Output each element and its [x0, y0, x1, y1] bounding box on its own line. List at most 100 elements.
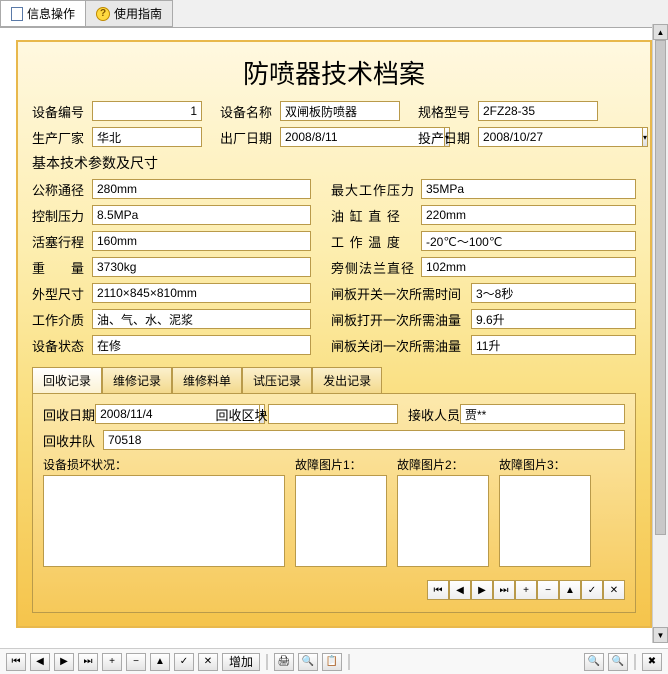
subnav-edit[interactable]: ▲ [559, 580, 581, 600]
bnav-edit[interactable]: ▲ [150, 653, 170, 671]
cyldia-input[interactable] [421, 205, 636, 225]
doc-icon [11, 7, 23, 21]
bnav-next[interactable]: ▶ [54, 653, 74, 671]
pic3-box[interactable] [499, 475, 591, 567]
bnav-last[interactable]: ⏭ [78, 653, 98, 671]
vertical-scrollbar[interactable]: ▲ ▼ [652, 24, 668, 643]
worktemp-input[interactable] [421, 231, 636, 251]
subnav-cancel[interactable]: ✕ [603, 580, 625, 600]
bnav-first[interactable]: ⏮ [6, 653, 26, 671]
pic2-box[interactable] [397, 475, 489, 567]
lbl-spec: 规格型号 [418, 102, 478, 121]
recovery-panel: 回收日期 ▾ 回收区块 接收人员 回收井队 设备损坏状况： 故障图片1： [32, 393, 636, 613]
recteam-input[interactable] [103, 430, 625, 450]
tab-info-label: 信息操作 [27, 5, 75, 22]
section-params: 基本技术参数及尺寸 [32, 153, 636, 173]
nominaldia-input[interactable] [92, 179, 311, 199]
subnav-ok[interactable]: ✓ [581, 580, 603, 600]
lbl-proddate: 投产日期 [418, 128, 478, 147]
subnav-next[interactable]: ▶ [471, 580, 493, 600]
scroll-up-icon[interactable]: ▲ [653, 24, 668, 40]
reczone-input[interactable] [268, 404, 398, 424]
zoom-out-icon: 🔍 [588, 656, 600, 667]
lbl-damage: 设备损坏状况： [43, 456, 285, 473]
lbl-factorydate: 出厂日期 [220, 128, 280, 147]
print-icon: 🖨 [278, 656, 291, 667]
subnav-last[interactable]: ⏭ [493, 580, 515, 600]
zoom-in-button[interactable]: 🔍 [608, 653, 628, 671]
tab-guide[interactable]: ? 使用指南 [85, 0, 173, 27]
lbl-recteam: 回收井队 [43, 431, 103, 450]
page-title: 防喷器技术档案 [32, 54, 636, 91]
closeoil-input[interactable] [471, 335, 636, 355]
weight-input[interactable] [92, 257, 311, 277]
subnav-prev[interactable]: ◀ [449, 580, 471, 600]
scroll-down-icon[interactable]: ▼ [653, 627, 668, 643]
separator [266, 654, 268, 670]
separator [348, 654, 350, 670]
devno-input[interactable] [92, 101, 202, 121]
separator [634, 654, 636, 670]
lbl-reczone: 回收区块 [215, 405, 267, 424]
subtab-recovery[interactable]: 回收记录 [32, 367, 102, 393]
lbl-openoil: 闸板打开一次所需油量 [331, 310, 471, 329]
export-button[interactable]: 📋 [322, 653, 342, 671]
bnav-del[interactable]: − [126, 653, 146, 671]
maxpressure-input[interactable] [421, 179, 636, 199]
lbl-pic2: 故障图片2： [397, 456, 489, 473]
zoom-out-button[interactable]: 🔍 [584, 653, 604, 671]
lbl-pic1: 故障图片1： [295, 456, 387, 473]
lbl-worktemp: 工 作 温 度 [331, 232, 421, 251]
receiver-input[interactable] [460, 404, 625, 424]
close-button[interactable]: ✖ [642, 653, 662, 671]
lbl-closeoil: 闸板关闭一次所需油量 [331, 336, 471, 355]
ctrlpressure-input[interactable] [92, 205, 311, 225]
lbl-weight: 重 量 [32, 258, 92, 277]
bnav-cancel[interactable]: ✕ [198, 653, 218, 671]
spec-input[interactable] [478, 101, 598, 121]
lbl-flangedia: 旁侧法兰直径 [331, 258, 421, 277]
lbl-maker: 生产厂家 [32, 128, 92, 147]
subtab-issue[interactable]: 发出记录 [312, 367, 382, 393]
bnav-add[interactable]: + [102, 653, 122, 671]
openoil-input[interactable] [471, 309, 636, 329]
lbl-ctrlpressure: 控制压力 [32, 206, 92, 225]
pic1-box[interactable] [295, 475, 387, 567]
subtab-repair[interactable]: 维修记录 [102, 367, 172, 393]
flangedia-input[interactable] [421, 257, 636, 277]
state-input[interactable] [92, 335, 311, 355]
bnav-prev[interactable]: ◀ [30, 653, 50, 671]
form-panel: 防喷器技术档案 设备编号 设备名称 规格型号 生产厂家 出厂日期 ▾ 投产日期 … [16, 40, 652, 628]
lbl-gatetime: 闸板开关一次所需时间 [331, 284, 471, 303]
damage-textarea[interactable] [43, 475, 285, 567]
zoom-in-icon: 🔍 [612, 656, 624, 667]
export-icon: 📋 [326, 656, 338, 667]
lbl-devno: 设备编号 [32, 102, 92, 121]
lbl-medium: 工作介质 [32, 310, 92, 329]
scroll-thumb[interactable] [655, 40, 666, 535]
subnav-first[interactable]: ⏮ [427, 580, 449, 600]
devname-input[interactable] [280, 101, 400, 121]
lbl-receiver: 接收人员 [408, 405, 460, 424]
gatetime-input[interactable] [471, 283, 636, 303]
tab-info[interactable]: 信息操作 [0, 0, 86, 27]
subnav-del[interactable]: − [537, 580, 559, 600]
lbl-devname: 设备名称 [220, 102, 280, 121]
preview-icon: 🔍 [302, 656, 314, 667]
maker-input[interactable] [92, 127, 202, 147]
proddate-picker[interactable]: ▾ [643, 127, 648, 147]
lbl-recdate: 回收日期 [43, 405, 95, 424]
dims-input[interactable] [92, 283, 311, 303]
lbl-maxpressure: 最大工作压力 [331, 180, 421, 199]
pistonstroke-input[interactable] [92, 231, 311, 251]
preview-button[interactable]: 🔍 [298, 653, 318, 671]
bnav-ok[interactable]: ✓ [174, 653, 194, 671]
add-button[interactable]: 增加 [222, 653, 260, 671]
proddate-input[interactable] [478, 127, 643, 147]
print-button[interactable]: 🖨 [274, 653, 294, 671]
subtab-repairbill[interactable]: 维修料单 [172, 367, 242, 393]
medium-input[interactable] [92, 309, 311, 329]
sub-navigator: ⏮ ◀ ▶ ⏭ + − ▲ ✓ ✕ [43, 580, 625, 600]
subtab-pressure[interactable]: 试压记录 [242, 367, 312, 393]
subnav-add[interactable]: + [515, 580, 537, 600]
